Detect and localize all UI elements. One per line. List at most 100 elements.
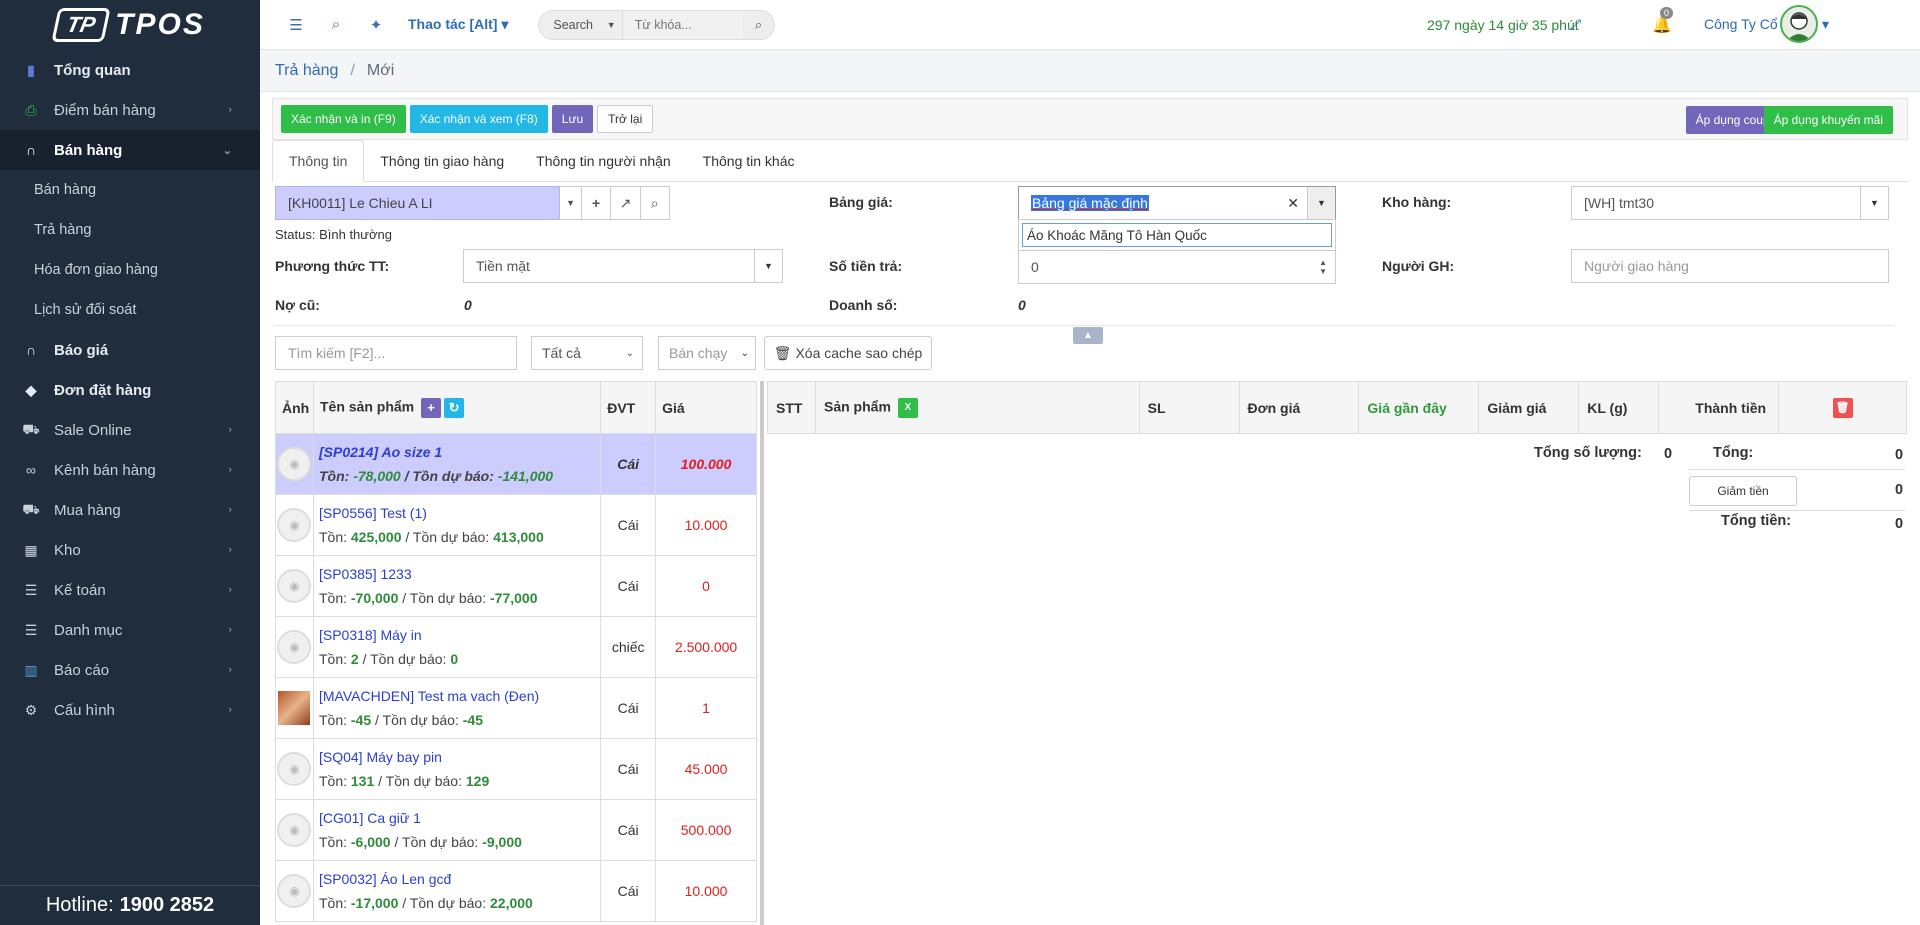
table-row[interactable]: ◉ [SQ04] Máy bay pin Tồn: 131 / Tồn dự báo… [275, 738, 757, 800]
table-row[interactable]: [MAVACHDEN] Test ma vach (Đen) Tồn: -45 /… [275, 677, 757, 739]
tab-thong-tin-nguoi-nhan[interactable]: Thông tin người nhận [520, 140, 687, 182]
product-name[interactable]: [SP0385] 1233 [314, 566, 600, 582]
open-external-icon[interactable]: ↗ [611, 186, 641, 220]
nav-don-dat-hang[interactable]: ◆ Đơn đặt hàng [0, 370, 260, 410]
headphones-icon: ∩ [25, 342, 37, 358]
nav-kenh-ban-hang[interactable]: ∞ Kênh bán hàng › [0, 450, 260, 490]
product-info-cell[interactable]: [SP0214] Ao size 1 Tồn: -78,000 / Tồn dự … [312, 433, 602, 495]
pricelist-select[interactable]: Bảng giá mặc định ✕ ▼ [1018, 186, 1336, 220]
nav-tong-quan[interactable]: ▮ Tổng quan [0, 50, 260, 90]
search-customer-icon[interactable]: ⌕ [640, 186, 671, 220]
nav-diem-ban-hang[interactable]: ⎙ Điểm bán hàng › [0, 90, 260, 130]
table-row[interactable]: ◉ [SP0318] Máy in Tồn: 2 / Tồn dự báo: 0 ch… [275, 616, 757, 678]
shipper-input[interactable]: Người giao hàng [1571, 249, 1889, 283]
amount-paid-input[interactable]: 0 ▲ ▼ [1018, 250, 1336, 284]
nav-bao-cao[interactable]: ▥ Báo cáo › [0, 650, 260, 690]
product-info-cell[interactable]: [SP0556] Test (1) Tồn: 425,000 / Tồn dự b… [312, 494, 602, 556]
excel-icon[interactable]: X [897, 397, 918, 418]
forecast-value: 129 [465, 773, 490, 789]
tab-thong-tin[interactable]: Thông tin [272, 140, 365, 182]
nav-bao-gia[interactable]: ∩ Báo giá [0, 330, 260, 370]
customer-input[interactable]: [KH0011] Le Chieu A LI [275, 186, 561, 220]
search-input[interactable] [622, 10, 743, 39]
clear-icon[interactable]: ✕ [1287, 195, 1299, 212]
no-image-icon: ◉ [277, 874, 312, 908]
stock-value: -78,000 [353, 468, 401, 484]
nav-cau-hinh[interactable]: ⚙ Cấu hình › [0, 690, 260, 730]
product-info-cell[interactable]: [SP0318] Máy in Tồn: 2 / Tồn dự báo: 0 [312, 616, 602, 678]
add-customer-icon[interactable]: + [581, 186, 612, 220]
table-row[interactable]: ◉ [SP0385] 1233 Tồn: -70,000 / Tồn dự báo:… [275, 555, 757, 617]
product-info-cell[interactable]: [CG01] Ca giữ 1 Tồn: -6,000 / Tồn dự báo:… [312, 799, 602, 861]
tab-thong-tin-khac[interactable]: Thông tin khác [687, 140, 811, 182]
product-name[interactable]: [MAVACHDEN] Test ma vach (Đen) [314, 688, 600, 704]
delete-all-icon[interactable]: 🗑 [1832, 397, 1853, 418]
search-type-select[interactable]: Search ▼ [539, 10, 623, 39]
clear-cache-button[interactable]: 🗑 Xóa cache sao chép [764, 336, 932, 370]
discount-button[interactable]: Giảm tiền [1689, 476, 1797, 506]
breadcrumb-parent[interactable]: Trả hàng [275, 62, 338, 80]
category-select[interactable]: Tất cả ⌄ [531, 336, 643, 370]
product-name[interactable]: [SP0032] Áo Len gcđ [314, 871, 600, 887]
pane-splitter[interactable] [760, 381, 764, 925]
nav-danh-muc[interactable]: ☰ Danh mục › [0, 610, 260, 650]
tab-thong-tin-giao-hang[interactable]: Thông tin giao hàng [364, 140, 520, 182]
product-info-cell[interactable]: [SP0032] Áo Len gcđ Tồn: -17,000 / Tồn dự… [312, 860, 602, 922]
customer-dropdown-button[interactable]: ▼ [560, 186, 582, 220]
fullscreen-icon[interactable]: ⤢ [1570, 16, 1581, 33]
bell-icon[interactable]: 🔔 0 [1652, 6, 1674, 35]
topbar: ☰ ⌕ ✦ Thao tác [Alt] ▾ Search ▼ ⌕ 297 ngà… [260, 0, 1920, 50]
payment-method-select[interactable]: Tiền mặt ▼ [463, 249, 783, 283]
divider [1689, 469, 1905, 470]
subnav-tra-hang[interactable]: Trả hàng [0, 210, 260, 250]
confirm-print-button[interactable]: Xác nhận và in (F9) [281, 105, 406, 133]
logo[interactable]: TP TPOS [0, 0, 260, 50]
nav-kho[interactable]: ▦ Kho › [0, 530, 260, 570]
product-name[interactable]: [CG01] Ca giữ 1 [314, 810, 600, 826]
product-name[interactable]: [SP0214] Ao size 1 [314, 444, 600, 460]
product-name[interactable]: [SP0318] Máy in [314, 627, 600, 643]
chevron-down-icon: ⌄ [222, 144, 232, 157]
add-product-icon[interactable]: + [421, 397, 442, 418]
nav-ban-hang[interactable]: ∩ Bán hàng ⌄ [0, 130, 260, 170]
forecast-value: 22,000 [490, 895, 533, 911]
back-button[interactable]: Trở lại [597, 105, 654, 133]
table-row[interactable]: ◉ [SP0032] Áo Len gcđ Tồn: -17,000 / Tồn d… [275, 860, 757, 922]
nav-sale-online[interactable]: ⛟ Sale Online › [0, 410, 260, 450]
divider [1689, 510, 1905, 511]
pricelist-option[interactable]: Áo Khoác Măng Tô Hàn Quốc [1022, 223, 1332, 247]
search-icon[interactable]: ⌕ [743, 17, 775, 33]
pin-icon[interactable]: ✦ [356, 16, 396, 34]
product-name[interactable]: [SQ04] Máy bay pin [314, 749, 600, 765]
nav-label: Danh mục [54, 621, 123, 639]
subnav-ban-hang[interactable]: Bán hàng [0, 170, 260, 210]
refresh-icon[interactable]: ↻ [444, 397, 465, 418]
subnav-lich-su-doi-soat[interactable]: Lịch sử đối soát [0, 290, 260, 330]
forecast-value: 0 [450, 651, 459, 667]
table-row[interactable]: ◉ [CG01] Ca giữ 1 Tồn: -6,000 / Tồn dự báo… [275, 799, 757, 861]
warehouse-select[interactable]: [WH] tmt30 ▼ [1571, 186, 1889, 220]
product-info-cell[interactable]: [SP0385] 1233 Tồn: -70,000 / Tồn dự báo: … [312, 555, 602, 617]
confirm-view-button[interactable]: Xác nhận và xem (F8) [409, 105, 548, 133]
spinner-icon[interactable]: ▲ ▼ [1319, 258, 1327, 276]
save-button[interactable]: Lưu [551, 105, 594, 133]
product-name[interactable]: [SP0556] Test (1) [314, 505, 600, 521]
amount-paid-label: Số tiền trả: [829, 258, 903, 274]
table-row[interactable]: ◉ [SP0214] Ao size 1 Tồn: -78,000 / Tồn dự… [275, 433, 757, 495]
subnav-hoa-don-giao-hang[interactable]: Hóa đơn giao hàng [0, 250, 260, 290]
avatar[interactable] [1780, 5, 1818, 43]
nav-mua-hang[interactable]: ⛟ Mua hàng › [0, 490, 260, 530]
product-info-cell[interactable]: [SQ04] Máy bay pin Tồn: 131 / Tồn dự báo:… [312, 738, 602, 800]
actions-menu[interactable]: Thao tác [Alt] ▾ [408, 16, 508, 33]
sort-select[interactable]: Bán chạy ⌄ [658, 336, 756, 370]
menu-toggle-icon[interactable]: ☰ [276, 16, 316, 34]
sort-value: Bán chạy [669, 345, 728, 361]
table-row[interactable]: ◉ [SP0556] Test (1) Tồn: 425,000 / Tồn dự … [275, 494, 757, 556]
nav-ke-toan[interactable]: ☰ Kế toán › [0, 570, 260, 610]
collapse-up-icon[interactable]: ▲ [1073, 327, 1103, 344]
apply-promotion-button[interactable]: Áp dụng khuyến mãi [1763, 106, 1893, 134]
product-search-input[interactable]: Tìm kiếm [F2]... [275, 336, 517, 370]
product-info-cell[interactable]: [MAVACHDEN] Test ma vach (Đen) Tồn: -45 /… [312, 677, 602, 739]
product-table: Ảnh Tên sản phẩm + ↻ ĐVT Giá ◉ [SP0214] Ao… [275, 381, 757, 922]
search-icon[interactable]: ⌕ [316, 16, 356, 33]
